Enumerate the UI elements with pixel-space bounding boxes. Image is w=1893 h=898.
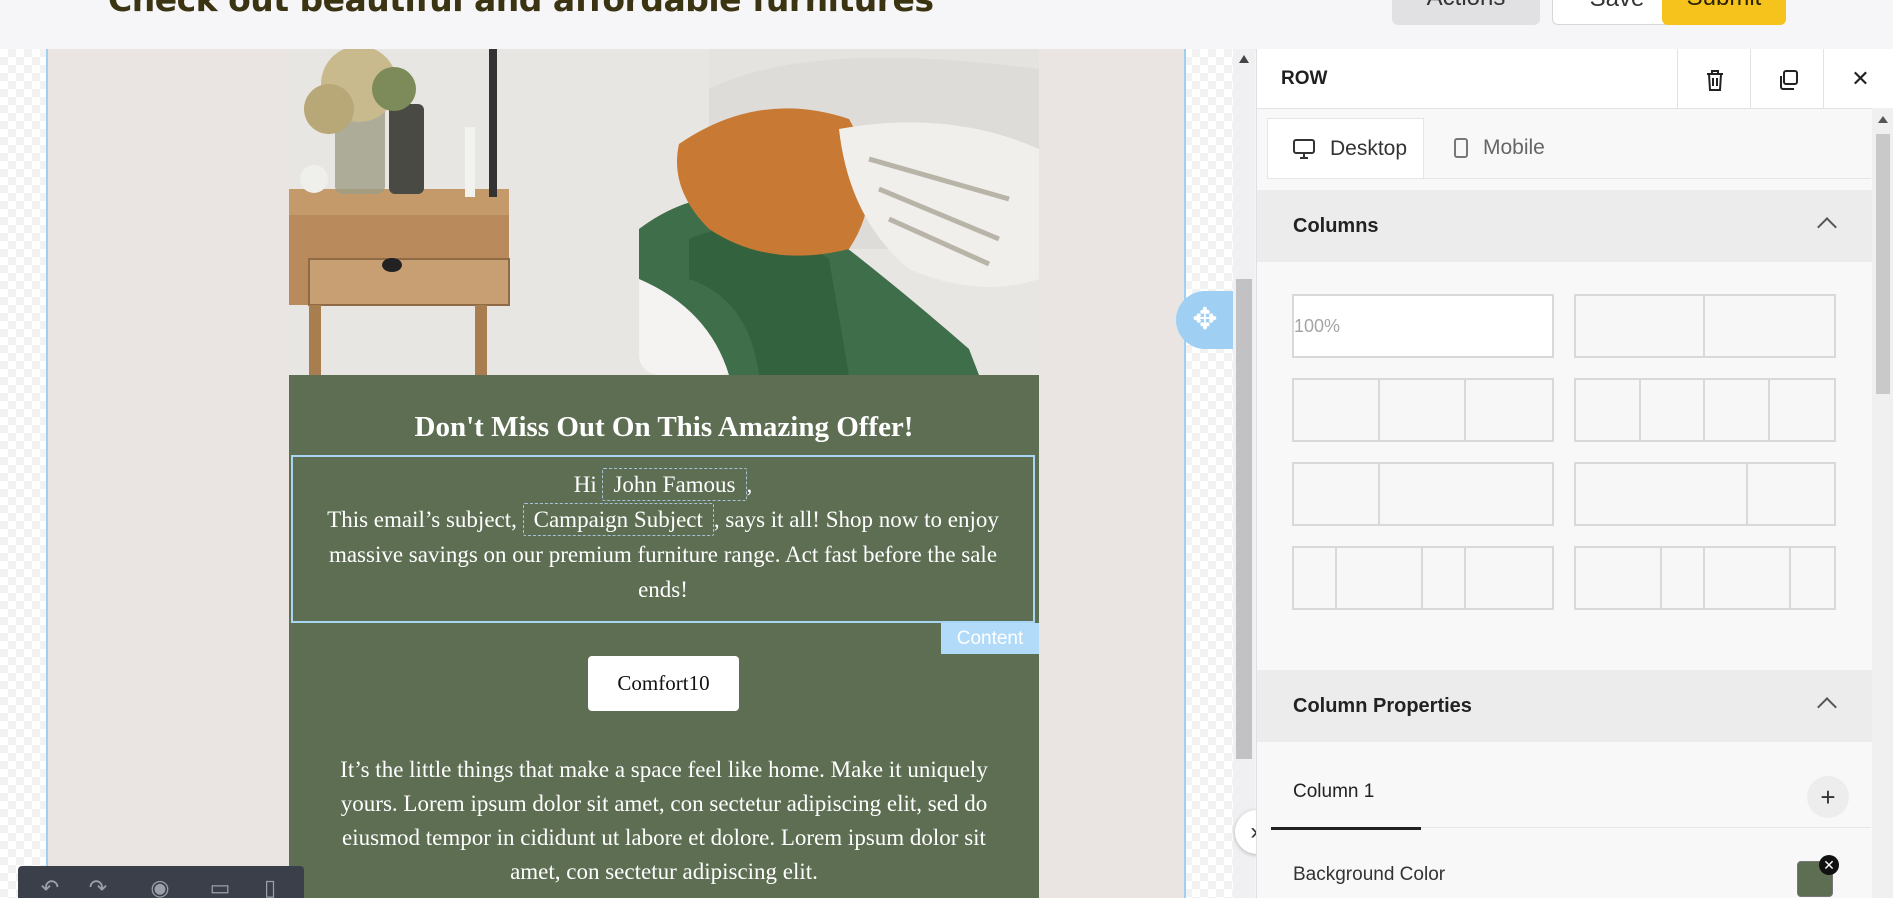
- columns-section-header[interactable]: Columns: [1257, 190, 1872, 262]
- tab-mobile-label: Mobile: [1483, 136, 1545, 159]
- undo-icon[interactable]: ↶: [38, 877, 62, 898]
- editor-canvas: Don't Miss Out On This Amazing Offer! Hi…: [0, 49, 1233, 898]
- layout-100-label: 100%: [1294, 316, 1341, 336]
- layout-4-columns[interactable]: [1574, 378, 1836, 442]
- email-body: Don't Miss Out On This Amazing Offer! Hi…: [289, 49, 1039, 898]
- subject-prefix: This email’s subject,: [327, 507, 517, 532]
- tab-mobile[interactable]: Mobile: [1427, 118, 1587, 178]
- column-tabs: Column 1 +: [1271, 765, 1871, 830]
- name-merge-tag[interactable]: John Famous: [602, 468, 747, 501]
- subject-merge-tag[interactable]: Campaign Subject: [522, 503, 714, 536]
- background-color-label: Background Color: [1293, 864, 1446, 885]
- canvas-scrollbar[interactable]: [1233, 49, 1255, 898]
- scroll-up-icon[interactable]: [1878, 116, 1888, 123]
- panel-title: ROW: [1281, 68, 1328, 89]
- layout-2-1-columns[interactable]: [1574, 462, 1836, 526]
- device-tabs: Desktop Mobile: [1267, 118, 1871, 179]
- hero-image[interactable]: [289, 49, 1039, 375]
- greeting-suffix: ,: [746, 472, 753, 497]
- redo-icon[interactable]: ↷: [86, 877, 110, 898]
- chevron-up-icon[interactable]: [1817, 217, 1837, 237]
- layout-1-2-1-2-columns[interactable]: [1292, 546, 1554, 610]
- campaign-title: Check out beautiful and affordable furni…: [108, 0, 934, 19]
- delete-icon[interactable]: [1677, 49, 1751, 108]
- scroll-thumb[interactable]: [1236, 279, 1252, 759]
- column-properties-header[interactable]: Column Properties: [1257, 670, 1872, 742]
- panel-scrollbar[interactable]: [1872, 108, 1893, 898]
- content-block-label: Content: [941, 623, 1039, 654]
- duplicate-icon[interactable]: [1750, 49, 1824, 108]
- coupon-button[interactable]: Comfort10: [588, 656, 739, 711]
- scroll-up-icon[interactable]: [1239, 55, 1249, 63]
- monitor-icon: [1292, 119, 1316, 179]
- greeting-prefix: Hi: [573, 472, 597, 497]
- layout-3-columns[interactable]: [1292, 378, 1554, 442]
- layout-1-column[interactable]: 100%: [1292, 294, 1554, 358]
- move-icon[interactable]: ✥: [1176, 291, 1233, 349]
- scroll-thumb[interactable]: [1876, 134, 1890, 394]
- layout-2-columns[interactable]: [1574, 294, 1836, 358]
- selected-row[interactable]: Don't Miss Out On This Amazing Offer! Hi…: [46, 49, 1233, 898]
- preview-icon[interactable]: ◉: [148, 877, 172, 898]
- columns-section-title: Columns: [1293, 215, 1379, 237]
- top-bar: Check out beautiful and affordable furni…: [0, 0, 1893, 50]
- clear-color-icon[interactable]: ✕: [1819, 855, 1839, 875]
- close-icon[interactable]: ✕: [1823, 49, 1893, 108]
- column-properties-title: Column Properties: [1293, 695, 1472, 717]
- mobile-view-icon[interactable]: ▯: [258, 877, 282, 898]
- tab-column-1[interactable]: Column 1: [1271, 765, 1421, 830]
- tab-desktop[interactable]: Desktop: [1267, 118, 1424, 178]
- phone-icon: [1453, 118, 1469, 178]
- add-column-icon[interactable]: +: [1807, 776, 1849, 818]
- bottom-toolbar: ↶ ↷ ◉ ▭ ▯: [18, 866, 304, 898]
- layout-2-1-2-1-columns[interactable]: [1574, 546, 1836, 610]
- chevron-up-icon[interactable]: [1817, 697, 1837, 717]
- actions-button[interactable]: Actions: [1392, 0, 1540, 25]
- properties-panel: ROW ✕ Desktop Mobile Columns 100% Column…: [1256, 49, 1893, 898]
- submit-button[interactable]: Submit: [1662, 0, 1786, 25]
- body-paragraph[interactable]: It’s the little things that make a space…: [319, 753, 1009, 889]
- panel-header: ROW ✕: [1257, 49, 1893, 109]
- desktop-view-icon[interactable]: ▭: [208, 877, 232, 898]
- email-headline[interactable]: Don't Miss Out On This Amazing Offer!: [289, 411, 1039, 444]
- tab-desktop-label: Desktop: [1330, 137, 1408, 160]
- content-block[interactable]: Hi John Famous, This email’s subject, Ca…: [291, 455, 1035, 623]
- layout-1-2-columns[interactable]: [1292, 462, 1554, 526]
